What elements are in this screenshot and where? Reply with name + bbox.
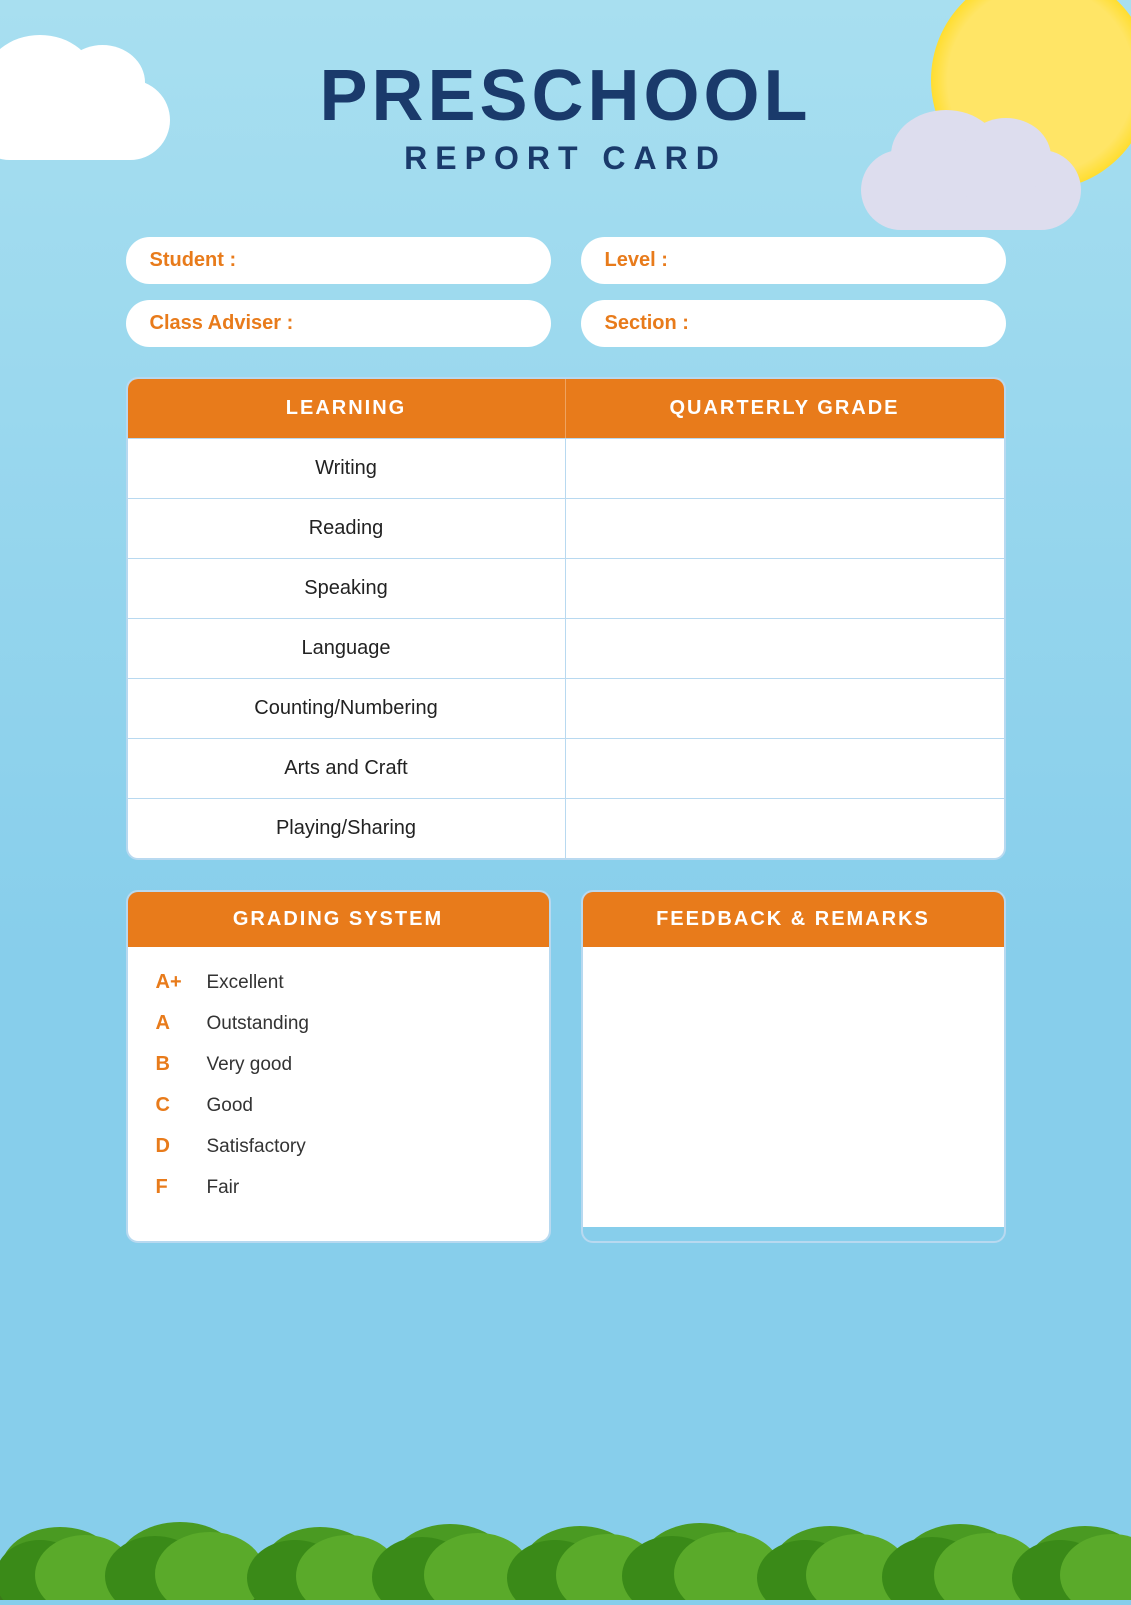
- subject-cell: Language: [128, 619, 566, 678]
- grade-letter: A+: [156, 971, 191, 994]
- section-field[interactable]: Section :: [581, 300, 1006, 347]
- grade-letter: D: [156, 1135, 191, 1158]
- bushes-decoration: [0, 1490, 1131, 1600]
- col-grade-header: QUARTERLY GRADE: [566, 379, 1004, 438]
- subject-cell: Speaking: [128, 559, 566, 618]
- remarks-body[interactable]: [583, 947, 1004, 1227]
- table-row: Counting/Numbering: [128, 678, 1004, 738]
- adviser-field[interactable]: Class Adviser :: [126, 300, 551, 347]
- grade-cell[interactable]: [566, 499, 1004, 558]
- grading-header: GRADING SYSTEM: [128, 892, 549, 947]
- table-row: Writing: [128, 438, 1004, 498]
- section-label: Section :: [605, 312, 689, 335]
- student-label: Student :: [150, 249, 237, 272]
- subject-cell: Counting/Numbering: [128, 679, 566, 738]
- main-title: PRESCHOOL: [126, 60, 1006, 132]
- grade-cell[interactable]: [566, 679, 1004, 738]
- learning-table: LEARNING QUARTERLY GRADE Writing Reading…: [126, 377, 1006, 860]
- grade-cell[interactable]: [566, 559, 1004, 618]
- grade-cell[interactable]: [566, 619, 1004, 678]
- sub-title: REPORT CARD: [126, 140, 1006, 177]
- remarks-block: FEEDBACK & REMARKS: [581, 890, 1006, 1243]
- subject-cell: Arts and Craft: [128, 739, 566, 798]
- subject-cell: Playing/Sharing: [128, 799, 566, 858]
- grade-description: Fair: [207, 1177, 240, 1199]
- grade-cell[interactable]: [566, 799, 1004, 858]
- table-row: Playing/Sharing: [128, 798, 1004, 858]
- grade-description: Outstanding: [207, 1013, 309, 1035]
- grade-cell[interactable]: [566, 739, 1004, 798]
- header-section: PRESCHOOL REPORT CARD: [126, 30, 1006, 197]
- adviser-label: Class Adviser :: [150, 312, 294, 335]
- grading-body: A+ Excellent A Outstanding B Very good C…: [128, 947, 549, 1241]
- table-row: Reading: [128, 498, 1004, 558]
- grade-item: B Very good: [156, 1053, 521, 1076]
- bushes-svg: [0, 1490, 1131, 1600]
- grade-description: Very good: [207, 1054, 293, 1076]
- grade-letter: A: [156, 1012, 191, 1035]
- table-row: Arts and Craft: [128, 738, 1004, 798]
- bottom-section: GRADING SYSTEM A+ Excellent A Outstandin…: [126, 890, 1006, 1243]
- level-field[interactable]: Level :: [581, 237, 1006, 284]
- grade-item: A+ Excellent: [156, 971, 521, 994]
- main-content: PRESCHOOL REPORT CARD Student : Level : …: [66, 0, 1066, 1273]
- grade-letter: F: [156, 1176, 191, 1199]
- grade-letter: B: [156, 1053, 191, 1076]
- col-learning-header: LEARNING: [128, 379, 566, 438]
- grading-block: GRADING SYSTEM A+ Excellent A Outstandin…: [126, 890, 551, 1243]
- remarks-header: FEEDBACK & REMARKS: [583, 892, 1004, 947]
- table-body: Writing Reading Speaking Language Counti…: [128, 438, 1004, 858]
- table-header: LEARNING QUARTERLY GRADE: [128, 379, 1004, 438]
- grade-item: A Outstanding: [156, 1012, 521, 1035]
- subject-cell: Writing: [128, 439, 566, 498]
- student-field[interactable]: Student :: [126, 237, 551, 284]
- grade-description: Excellent: [207, 972, 284, 994]
- table-row: Language: [128, 618, 1004, 678]
- grade-description: Satisfactory: [207, 1136, 306, 1158]
- grade-item: C Good: [156, 1094, 521, 1117]
- form-section: Student : Level : Class Adviser : Sectio…: [126, 237, 1006, 347]
- table-row: Speaking: [128, 558, 1004, 618]
- grade-description: Good: [207, 1095, 253, 1117]
- grade-letter: C: [156, 1094, 191, 1117]
- subject-cell: Reading: [128, 499, 566, 558]
- grade-cell[interactable]: [566, 439, 1004, 498]
- grade-item: D Satisfactory: [156, 1135, 521, 1158]
- grade-item: F Fair: [156, 1176, 521, 1199]
- level-label: Level :: [605, 249, 668, 272]
